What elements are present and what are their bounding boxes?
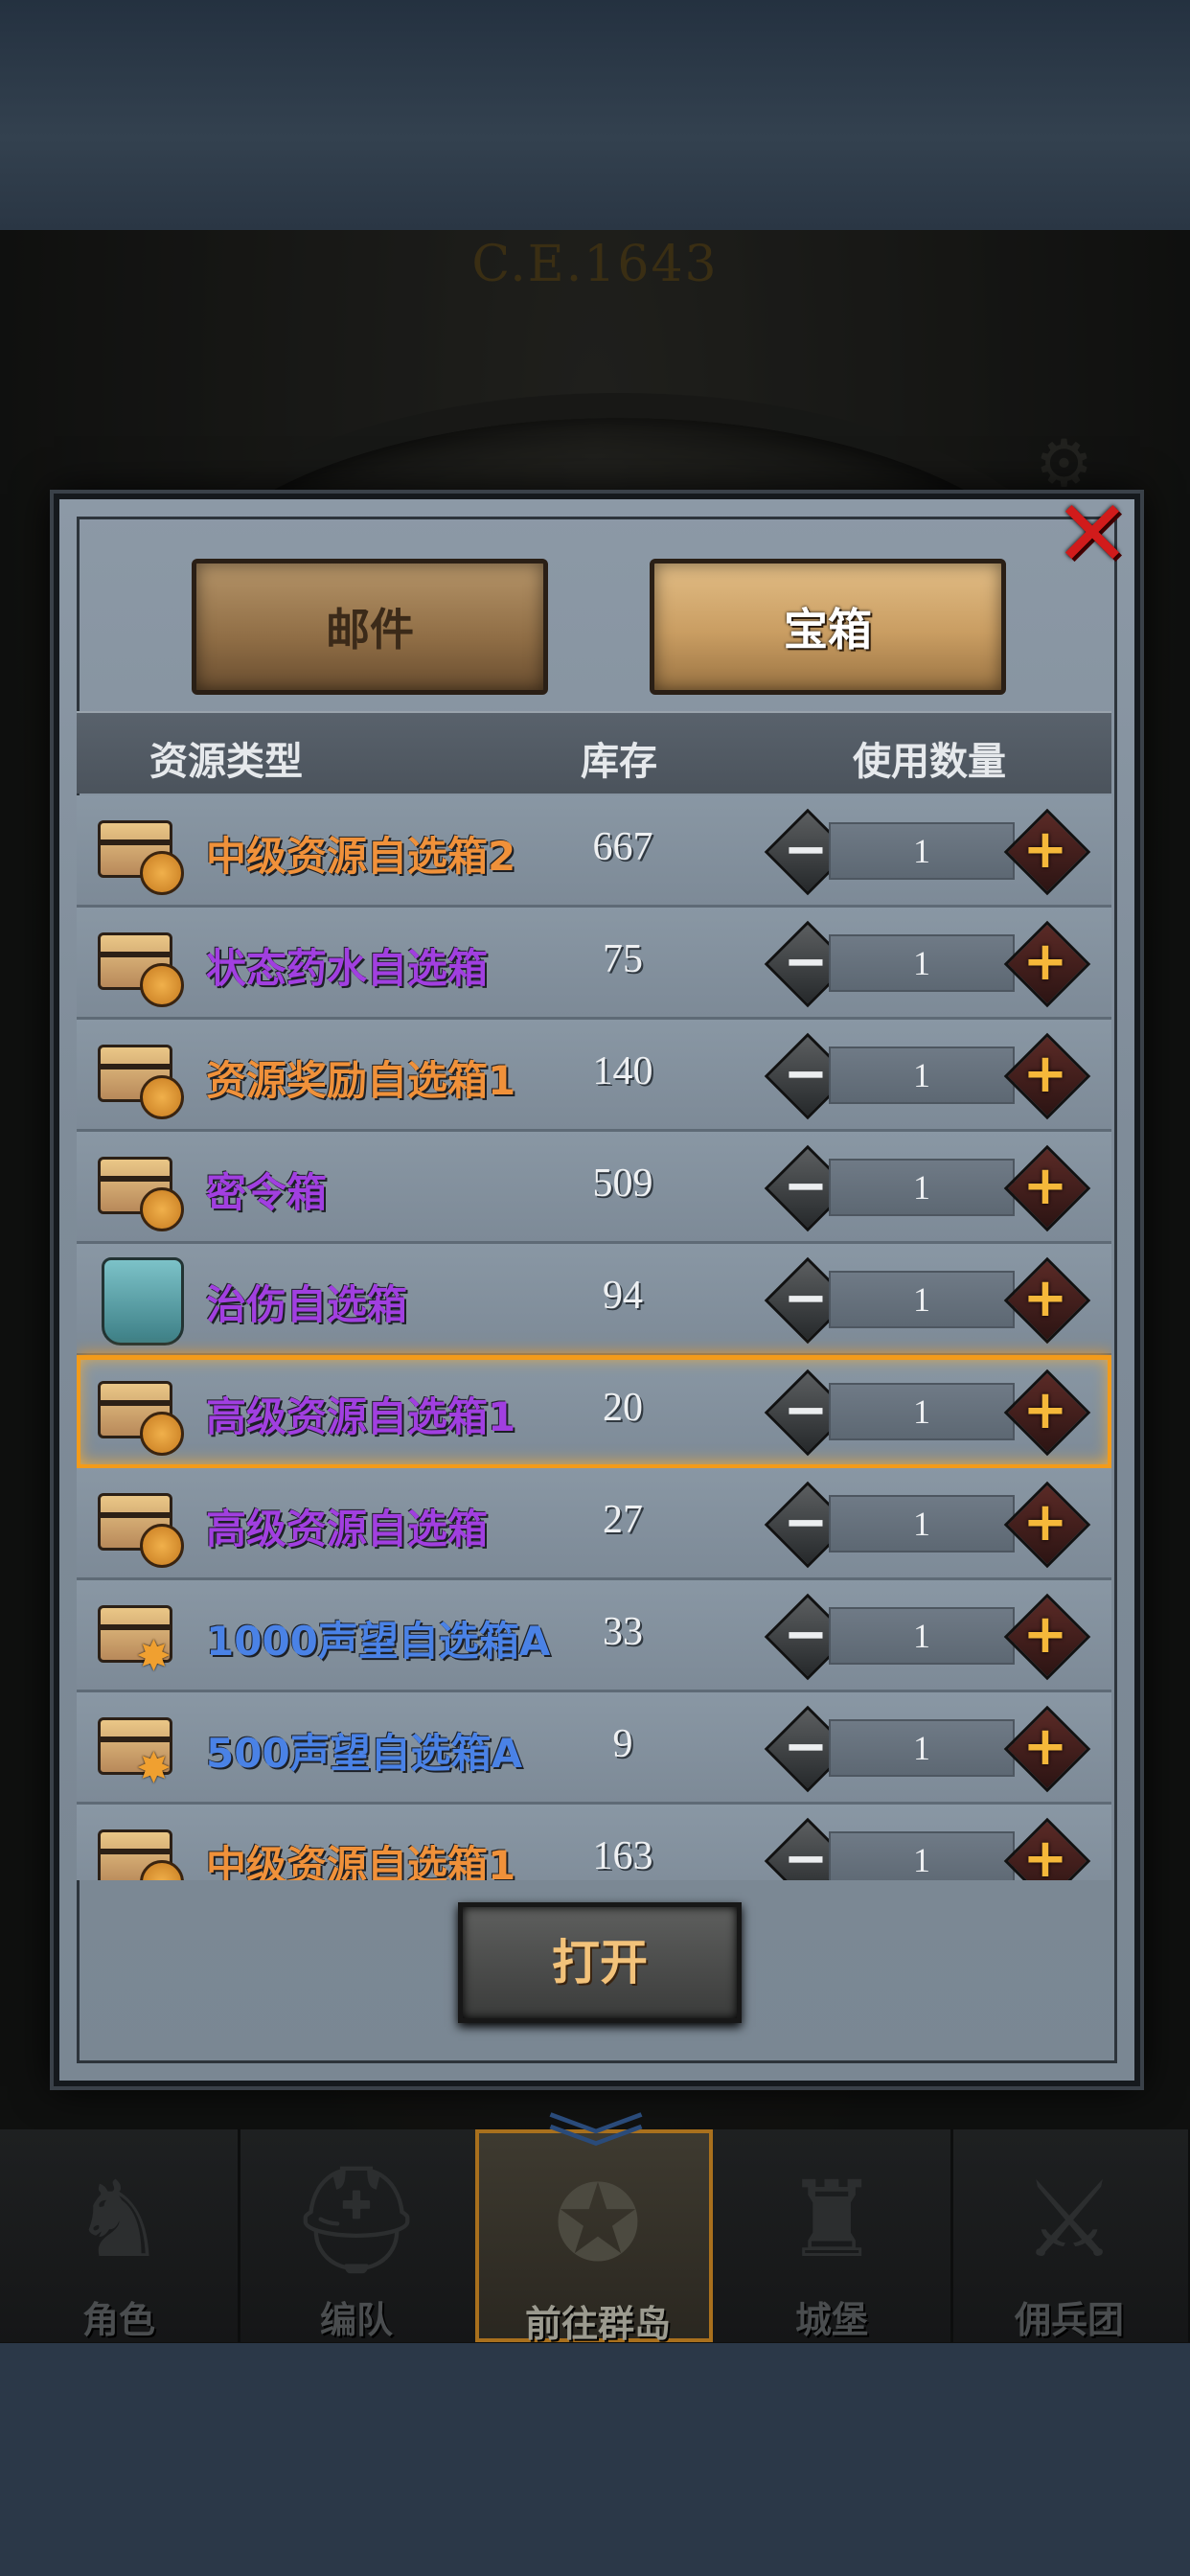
item-name: 中级资源自选箱2 [206,833,516,880]
increment-button[interactable]: + [1003,1705,1091,1793]
chest-bag-icon [98,1485,184,1568]
item-stock: 140 [592,1049,653,1093]
potion-icon [102,1257,184,1346]
quantity-field[interactable]: 1 [829,1159,1015,1216]
quantity-field[interactable]: 1 [829,1383,1015,1440]
item-name: 中级资源自选箱1 [206,1842,516,1880]
increment-button[interactable]: + [1003,920,1091,1008]
list-item[interactable]: 高级资源自选箱 27 − 1 + [77,1468,1111,1580]
plus-icon: + [1022,1715,1068,1778]
list-item[interactable]: 密令箱 509 − 1 + [77,1132,1111,1244]
close-icon[interactable]: ✕ [1049,488,1135,580]
knight-icon: ♞ [71,2158,167,2281]
item-stock: 75 [603,937,643,981]
plus-icon: + [1022,1491,1068,1553]
plus-icon: + [1022,1379,1068,1441]
quantity-field[interactable]: 1 [829,1046,1015,1104]
increment-button[interactable]: + [1003,1593,1091,1681]
tab-chest[interactable]: 宝箱 [650,559,1006,695]
item-name: 密令箱 [206,1169,328,1216]
plus-icon: + [1022,1155,1068,1217]
nav-item[interactable]: ♜ 城堡 [713,2129,953,2342]
increment-button[interactable]: + [1003,1256,1091,1345]
item-stock: 9 [612,1722,633,1766]
list-item[interactable]: 状态药水自选箱 75 − 1 + [77,908,1111,1020]
header-resource-type: 资源类型 [149,740,303,784]
chest-bag-icon [98,813,184,895]
item-name: 资源奖励自选箱1 [206,1057,516,1104]
quantity-field[interactable]: 1 [829,1607,1015,1665]
increment-button[interactable]: + [1003,808,1091,896]
plus-icon: + [1022,1603,1068,1666]
warrior-icon: ⚔ [1021,2158,1117,2281]
nav-item[interactable]: ♞ 角色 [0,2129,240,2342]
nav-item[interactable]: ⛑ 编队 [238,2129,478,2342]
item-name: 高级资源自选箱 [206,1506,489,1552]
nav-label: 佣兵团 [1014,2299,1124,2341]
chest-star-icon: ✸ [98,1598,182,1681]
increment-button[interactable]: + [1003,1817,1091,1880]
castle-icon: ♜ [784,2158,880,2281]
plus-icon: + [1022,1267,1068,1329]
item-name: 治伤自选箱 [206,1281,408,1328]
chest-star-icon: ✸ [98,1710,182,1793]
item-stock: 33 [603,1610,643,1654]
list-item[interactable]: ✸ 1000声望自选箱A 33 − 1 + [77,1580,1111,1692]
quantity-field[interactable]: 1 [829,822,1015,880]
chest-list[interactable]: 中级资源自选箱2 667 − 1 + 状态药水自选箱 75 − 1 + 资源奖励… [77,795,1111,1880]
list-item[interactable]: 中级资源自选箱2 667 − 1 + [77,795,1111,908]
header-use-count: 使用数量 [853,740,1006,784]
item-name: 500声望自选箱A [206,1730,523,1777]
chest-bag-icon [98,925,184,1007]
header-stock: 库存 [581,740,657,784]
increment-button[interactable]: + [1003,1144,1091,1232]
nav-item[interactable]: ⚔ 佣兵团 [950,2129,1190,2342]
helmet-icon: ⛑ [289,2158,423,2281]
item-stock: 163 [592,1834,653,1878]
item-name: 状态药水自选箱 [206,945,489,992]
item-stock: 94 [603,1274,643,1318]
list-item[interactable]: ✸ 500声望自选箱A 9 − 1 + [77,1692,1111,1805]
item-name: 1000声望自选箱A [206,1618,551,1665]
item-stock: 509 [592,1162,653,1206]
table-header: 资源类型 库存 使用数量 [77,711,1111,794]
chest-bag-icon [98,1373,184,1456]
item-stock: 20 [603,1386,643,1430]
chevron-down-icon: ︾ [546,2106,646,2196]
open-button[interactable]: 打开 [458,1902,742,2023]
nav-label: 城堡 [794,2299,868,2341]
chest-bag-icon [98,1037,184,1119]
item-stock: 27 [603,1498,643,1542]
chest-bag-icon [98,1822,184,1880]
list-item[interactable]: 资源奖励自选箱1 140 − 1 + [77,1020,1111,1132]
plus-icon: + [1022,1828,1068,1880]
quantity-field[interactable]: 1 [829,1719,1015,1777]
nav-label: 前往群岛 [524,2303,671,2345]
quantity-field[interactable]: 1 [829,1495,1015,1552]
plus-icon: + [1022,818,1068,881]
top-backdrop [0,0,1190,230]
chest-bag-icon [98,1149,184,1231]
quantity-field[interactable]: 1 [829,1831,1015,1880]
quantity-field[interactable]: 1 [829,934,1015,992]
plus-icon: + [1022,1043,1068,1105]
nav-label: 角色 [81,2299,155,2341]
quantity-field[interactable]: 1 [829,1271,1015,1328]
increment-button[interactable]: + [1003,1032,1091,1120]
item-stock: 667 [592,825,653,869]
plus-icon: + [1022,931,1068,993]
tab-mail[interactable]: 邮件 [192,559,548,695]
list-item[interactable]: 中级资源自选箱1 163 − 1 + [77,1805,1111,1880]
item-name: 高级资源自选箱1 [206,1393,516,1440]
increment-button[interactable]: + [1003,1481,1091,1569]
nav-label: 编队 [319,2299,393,2341]
list-item[interactable]: 高级资源自选箱1 20 − 1 + [77,1355,1111,1469]
increment-button[interactable]: + [1003,1368,1091,1457]
list-item[interactable]: 治伤自选箱 94 − 1 + [77,1244,1111,1356]
